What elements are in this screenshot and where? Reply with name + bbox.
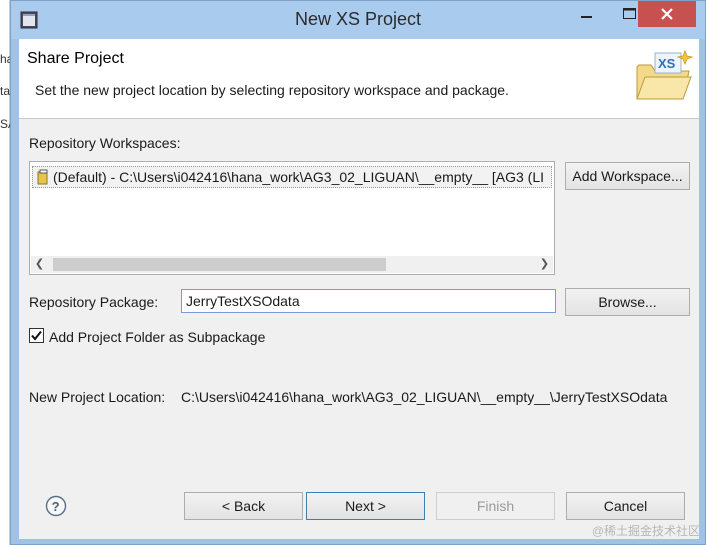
repository-workspaces-label: Repository Workspaces:	[29, 135, 181, 151]
background-window-edge: ha ta SA	[0, 0, 16, 545]
new-project-location-value: C:\Users\i042416\hana_work\AG3_02_LIGUAN…	[181, 389, 668, 405]
new-xs-project-dialog: New XS Project Share Project Set the new…	[10, 0, 706, 545]
xs-icon-text: XS	[658, 56, 676, 71]
next-button[interactable]: Next >	[306, 492, 425, 520]
scroll-left-icon[interactable]: ❮	[31, 256, 48, 273]
svg-text:?: ?	[52, 499, 60, 514]
cancel-button[interactable]: Cancel	[566, 492, 685, 520]
repository-package-input[interactable]	[181, 289, 556, 313]
subpackage-checkbox[interactable]	[29, 328, 44, 343]
finish-button: Finish	[436, 492, 555, 520]
minimize-icon	[581, 16, 592, 18]
new-project-location-label: New Project Location:	[29, 389, 166, 405]
page-title: Share Project	[27, 50, 124, 67]
workspace-list-item[interactable]: (Default) - C:\Users\i042416\hana_work\A…	[32, 166, 552, 188]
browse-button[interactable]: Browse...	[565, 288, 690, 316]
close-button[interactable]	[638, 1, 696, 27]
help-icon[interactable]: ?	[45, 495, 67, 517]
background-text-fragment: ta	[0, 84, 11, 98]
workspace-item-label: (Default) - C:\Users\i042416\hana_work\A…	[53, 169, 545, 185]
add-workspace-button[interactable]: Add Workspace...	[565, 162, 690, 190]
workspace-icon	[37, 169, 48, 185]
subpackage-label[interactable]: Add Project Folder as Subpackage	[49, 329, 265, 345]
repository-workspaces-list[interactable]: (Default) - C:\Users\i042416\hana_work\A…	[29, 161, 555, 275]
horizontal-scrollbar[interactable]: ❮ ❯	[31, 256, 553, 273]
scrollbar-thumb[interactable]	[53, 258, 386, 271]
close-icon	[661, 8, 673, 20]
watermark: @稀土掘金技术社区	[591, 524, 700, 538]
repository-package-label: Repository Package:	[29, 294, 159, 310]
minimize-button[interactable]	[567, 1, 607, 27]
page-description: Set the new project location by selectin…	[35, 82, 509, 98]
checkmark-icon	[31, 330, 42, 341]
dialog-content: Share Project Set the new project locati…	[19, 39, 699, 539]
scroll-right-icon[interactable]: ❯	[536, 256, 553, 273]
title-bar[interactable]: New XS Project	[11, 1, 705, 39]
xs-folder-icon: XS	[636, 49, 693, 100]
wizard-banner: Share Project Set the new project locati…	[19, 39, 699, 119]
back-button[interactable]: < Back	[184, 492, 303, 520]
